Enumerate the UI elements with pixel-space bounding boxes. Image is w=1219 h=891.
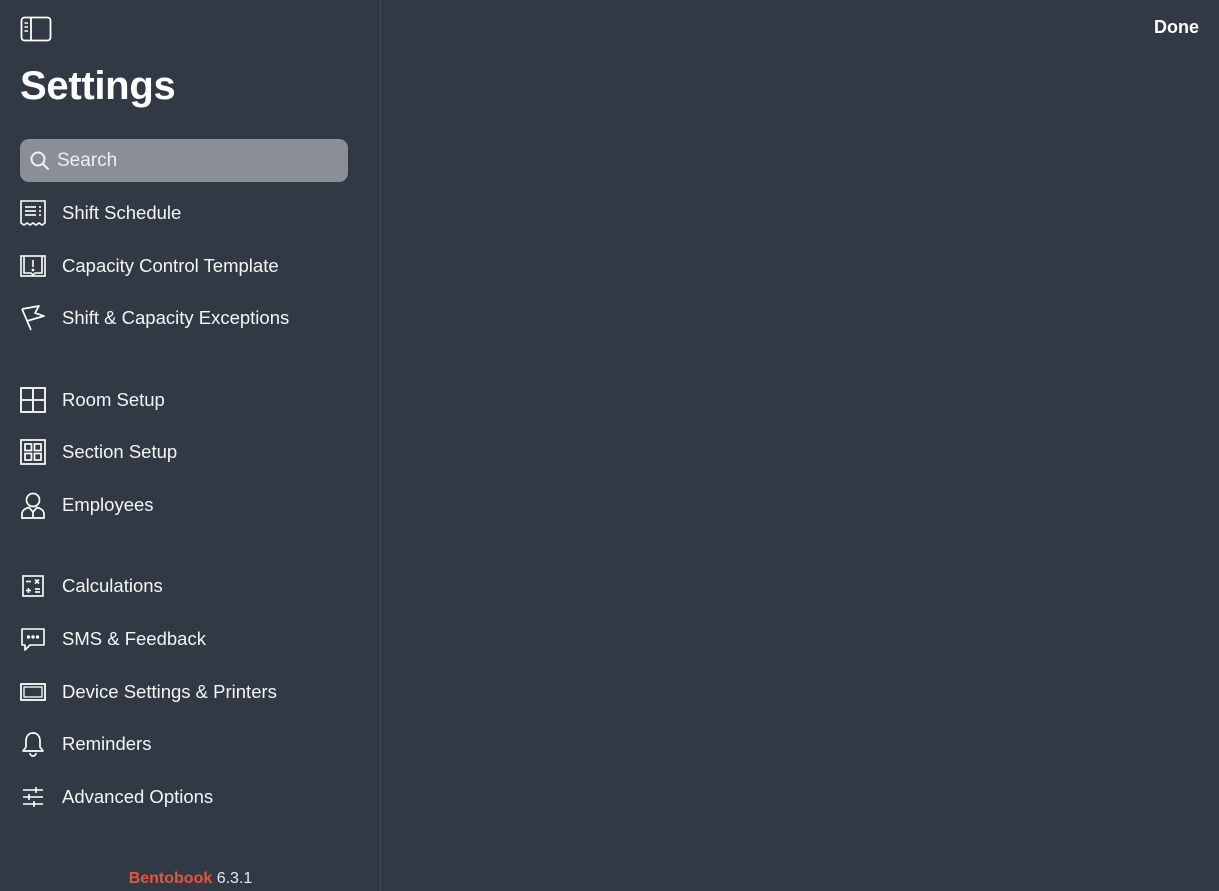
search-field[interactable] (20, 139, 348, 182)
sidebar-item-device-settings-printers[interactable]: Device Settings & Printers (18, 672, 363, 712)
person-icon (18, 490, 48, 520)
sidebar-item-label: SMS & Feedback (62, 628, 206, 649)
version-number: 6.3.1 (216, 870, 253, 887)
app-window: Settings Shift Schedule (0, 0, 1219, 891)
app-version-footer: Bentobook 6.3.1 (0, 868, 381, 890)
sidebar-item-label: Shift Schedule (62, 202, 182, 223)
detail-pane: Done (381, 0, 1219, 891)
sidebar-item-label: Room Setup (62, 389, 165, 410)
sidebar-item-capacity-control-template[interactable]: Capacity Control Template (18, 246, 363, 286)
sidebar-item-employees[interactable]: Employees (18, 485, 363, 525)
flag-icon (18, 303, 48, 333)
sidebar-item-label: Capacity Control Template (62, 255, 279, 276)
receipt-icon (18, 198, 48, 228)
sidebar-item-room-setup[interactable]: Room Setup (18, 380, 363, 420)
sidebar-item-label: Employees (62, 494, 154, 515)
sidebar-item-label: Device Settings & Printers (62, 681, 277, 702)
sidebar-toggle-icon[interactable] (20, 16, 52, 42)
device-icon (18, 677, 48, 707)
search-icon (30, 151, 49, 170)
chat-icon (18, 624, 48, 654)
sidebar-item-label: Calculations (62, 575, 163, 596)
calculator-icon (18, 571, 48, 601)
grid-icon (18, 385, 48, 415)
search-input[interactable] (57, 149, 327, 172)
page-title: Settings (20, 64, 176, 108)
sidebar-item-section-setup[interactable]: Section Setup (18, 432, 363, 472)
sidebar-item-label: Reminders (62, 733, 152, 754)
done-button[interactable]: Done (1154, 17, 1199, 38)
sidebar-item-sms-feedback[interactable]: SMS & Feedback (18, 619, 363, 659)
sidebar-item-calculations[interactable]: Calculations (18, 566, 363, 606)
sliders-icon (18, 782, 48, 812)
sidebar-item-label: Shift & Capacity Exceptions (62, 307, 290, 328)
sidebar-item-label: Section Setup (62, 441, 178, 462)
book-info-icon (18, 251, 48, 281)
sidebar-item-reminders[interactable]: Reminders (18, 724, 363, 764)
sidebar-item-advanced-options[interactable]: Advanced Options (18, 777, 363, 817)
bell-icon (18, 729, 48, 759)
sections-icon (18, 437, 48, 467)
settings-sidebar: Settings Shift Schedule (0, 0, 381, 891)
sidebar-item-label: Advanced Options (62, 786, 214, 807)
brand-name: Bentobook (128, 870, 213, 887)
sidebar-item-shift-capacity-exceptions[interactable]: Shift & Capacity Exceptions (18, 298, 363, 338)
sidebar-item-shift-schedule[interactable]: Shift Schedule (18, 193, 363, 233)
